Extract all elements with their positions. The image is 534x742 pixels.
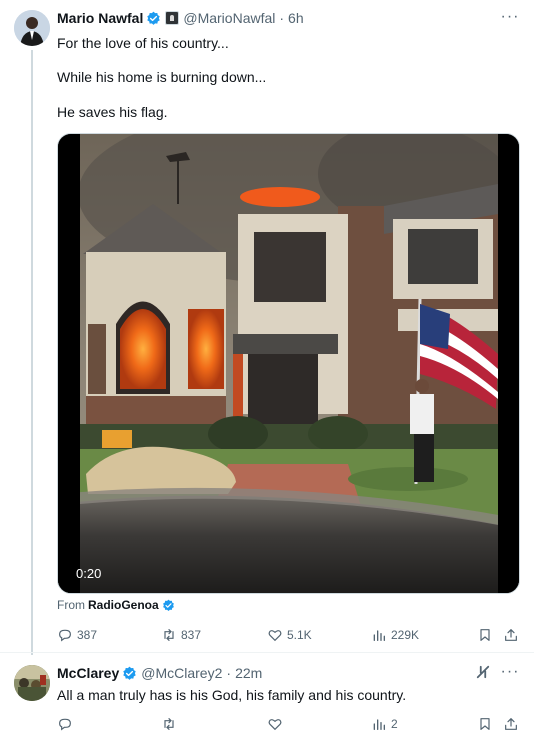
reply-count: 387	[77, 628, 98, 642]
verified-badge-icon	[123, 666, 136, 680]
repost-button[interactable]: 837	[161, 625, 201, 645]
like-icon	[268, 719, 282, 731]
reply-button[interactable]	[57, 714, 77, 734]
more-icon[interactable]: ···	[500, 664, 520, 685]
verified-badge-icon	[162, 599, 174, 611]
repost-count: 837	[181, 628, 202, 642]
views-icon	[373, 719, 385, 730]
post-text-line: For the love of his country...	[57, 35, 229, 51]
affiliate-badge-icon[interactable]	[165, 11, 180, 25]
post-header: Mario Nawfal @MarioNawfal · 6h	[57, 10, 304, 26]
views-count: 2	[391, 717, 398, 731]
post-mcclarey[interactable]: McClarey @McClarey2 · 22m ··· All a man …	[0, 652, 534, 742]
bookmark-icon	[480, 718, 490, 730]
bookmark-button[interactable]	[477, 714, 493, 734]
avatar-mario-nawfal[interactable]	[14, 10, 50, 46]
post-text-line: He saves his flag.	[57, 104, 168, 120]
like-button[interactable]: 5.1K	[267, 625, 312, 645]
video-duration: 0:20	[76, 566, 102, 581]
repost-icon	[164, 718, 174, 730]
post-mario-nawfal[interactable]: Mario Nawfal @MarioNawfal · 6h ··· For t…	[0, 0, 534, 655]
share-button[interactable]	[503, 625, 519, 645]
video-frame-house-fire	[58, 134, 519, 593]
video-player[interactable]: 0:20	[57, 133, 520, 594]
source-account-link[interactable]: RadioGenoa	[88, 598, 159, 612]
from-label: From	[57, 598, 85, 612]
like-button[interactable]	[267, 714, 287, 734]
like-icon	[268, 630, 282, 642]
post-text-line: While his home is burning down...	[57, 69, 267, 85]
more-icon[interactable]: ···	[500, 9, 520, 30]
like-count: 5.1K	[287, 628, 312, 642]
views-count: 229K	[391, 628, 420, 642]
post-time[interactable]: 22m	[235, 665, 262, 681]
reply-icon	[59, 629, 71, 642]
share-icon	[505, 629, 517, 641]
share-icon	[505, 718, 517, 730]
views-button[interactable]: 2	[371, 714, 398, 734]
post-actions: 387 837 5.1K 229K	[57, 625, 520, 645]
post-text-line: All a man truly has is his God, his fami…	[57, 687, 407, 703]
repost-button[interactable]	[161, 714, 181, 734]
avatar-mcclarey[interactable]	[14, 665, 50, 701]
reply-icon	[59, 718, 71, 731]
author-name[interactable]: McClarey	[57, 665, 119, 681]
post-header: McClarey @McClarey2 · 22m	[57, 665, 262, 681]
post-time[interactable]: 6h	[288, 10, 304, 26]
separator-dot: ·	[279, 10, 285, 26]
repost-icon	[164, 629, 174, 641]
bookmark-icon	[480, 629, 490, 641]
thread-connector-line	[31, 50, 33, 655]
grok-icon[interactable]	[474, 663, 492, 681]
author-handle[interactable]: @McClarey2	[141, 665, 222, 681]
verified-badge-icon	[147, 11, 161, 25]
reply-button[interactable]: 387	[57, 625, 97, 645]
post-actions: 2	[57, 714, 520, 734]
views-icon	[373, 630, 385, 641]
views-button[interactable]: 229K	[371, 625, 419, 645]
author-name[interactable]: Mario Nawfal	[57, 10, 143, 26]
share-button[interactable]	[503, 714, 519, 734]
media-attribution: From RadioGenoa	[57, 598, 175, 612]
bookmark-button[interactable]	[477, 625, 493, 645]
separator-dot: ·	[226, 665, 232, 681]
author-handle[interactable]: @MarioNawfal	[183, 10, 275, 26]
